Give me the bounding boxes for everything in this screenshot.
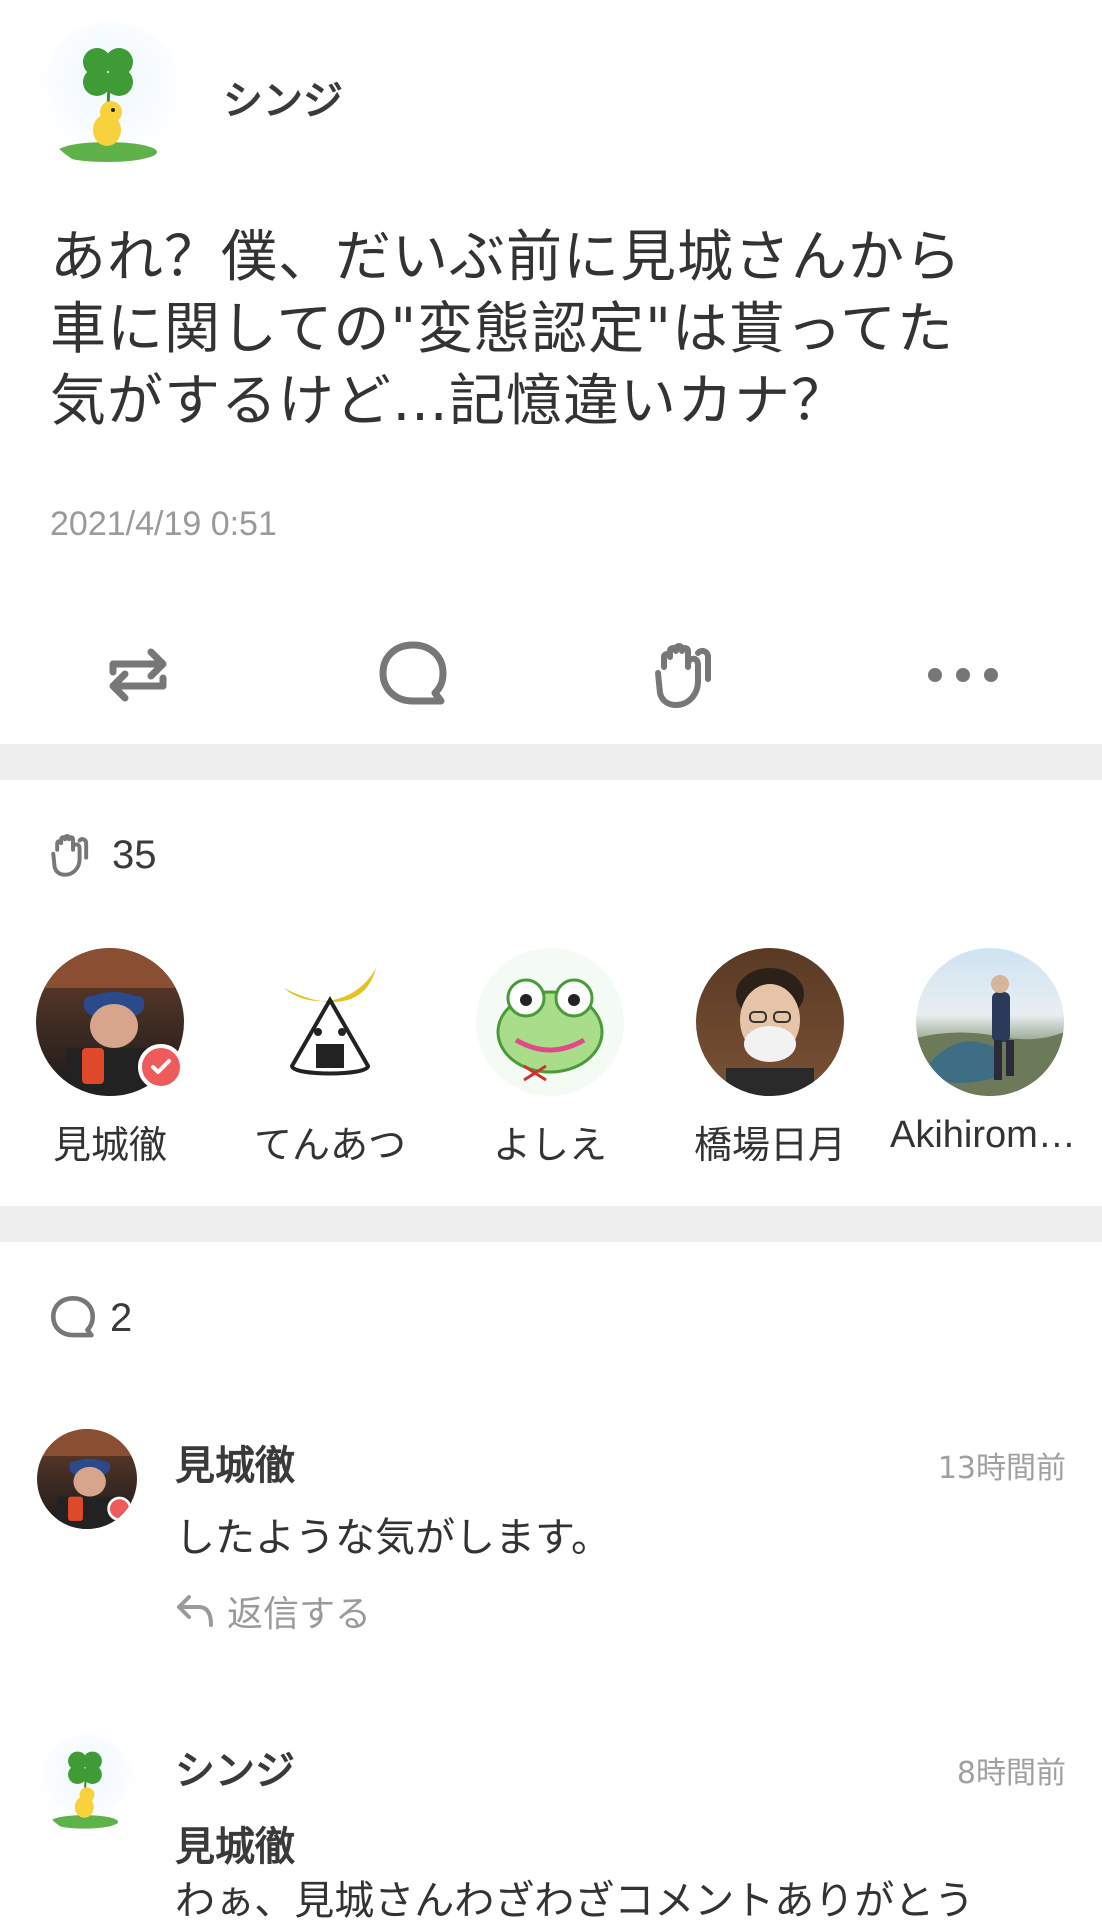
clapper-name: 橋場日月 [693,1123,846,1167]
post-header: シンジ [37,22,1067,172]
more-button[interactable] [918,635,1008,715]
clapper-avatar [256,948,404,1096]
claps-count[interactable]: 35 [48,830,157,880]
comments-count-value: 2 [110,1295,133,1340]
action-bar [0,620,1102,720]
author-name[interactable]: シンジ [223,68,343,126]
comment-time: 8時間前 [956,1756,1066,1791]
clapper-name: 見城徹 [52,1123,167,1167]
comment-avatar[interactable] [37,1429,137,1529]
clapper-avatar [476,948,624,1096]
repost-icon [109,648,167,702]
more-icon [928,668,998,682]
comment-icon [379,641,447,705]
clapper-avatar [696,948,844,1096]
comment-time: 13時間前 [937,1451,1066,1486]
author-avatar[interactable] [37,22,185,170]
post-body-line: あれ？僕、だいぶ前に見城さんから [50,225,962,290]
repost-button[interactable] [93,635,183,715]
section-divider [0,744,1102,780]
reply-button[interactable]: 返信する [175,1585,371,1637]
clapper-avatar [916,948,1064,1096]
post-body-line: 気がするけど…記憶違いカナ？ [50,369,848,434]
clapper-item[interactable]: Akihiroma… [890,948,1090,1157]
clapper-name: Akihiroma… [890,1114,1090,1156]
clapper-item[interactable]: てんあつ [230,948,430,1169]
reply-icon [177,1595,213,1627]
clapper-item[interactable]: 見城徹 [10,948,210,1169]
clapper-name: てんあつ [253,1123,406,1167]
comment-author[interactable]: シンジ [175,1738,295,1796]
reply-label: 返信する [227,1594,372,1635]
comments-count: 2 [48,1293,132,1343]
post-body: あれ？僕、だいぶ前に見城さんから 車に関しての"変態認定"は貰ってた 気がするけ… [50,222,1060,438]
comment-button[interactable] [368,635,458,715]
section-divider [0,1206,1102,1242]
verified-badge [138,1044,184,1090]
post-body-line: 車に関しての"変態認定"は貰ってた [50,297,955,362]
clap-icon [51,833,89,877]
post-timestamp: 2021/4/19 0:51 [50,505,277,543]
comment-mention[interactable]: 見城徹 [175,1814,295,1872]
clap-icon [655,643,711,708]
comment-text: わぁ、見城さんわざわざコメントありがとう [175,1878,975,1920]
clapper-name: よしえ [492,1123,607,1167]
clapper-item[interactable]: よしえ [450,948,650,1169]
comment-text: したような気がします。 [175,1515,611,1561]
claps-count-value: 35 [112,832,157,877]
clapper-avatar [36,948,184,1096]
comment-icon [50,1295,96,1338]
clap-button[interactable] [643,635,733,715]
clapper-list: 見城徹 てんあつ よしえ 橋場日月 Akihiroma… [0,948,1102,1168]
comment-author[interactable]: 見城徹 [175,1433,295,1491]
clapper-item[interactable]: 橋場日月 [670,948,870,1169]
comment-avatar[interactable] [37,1734,137,1834]
